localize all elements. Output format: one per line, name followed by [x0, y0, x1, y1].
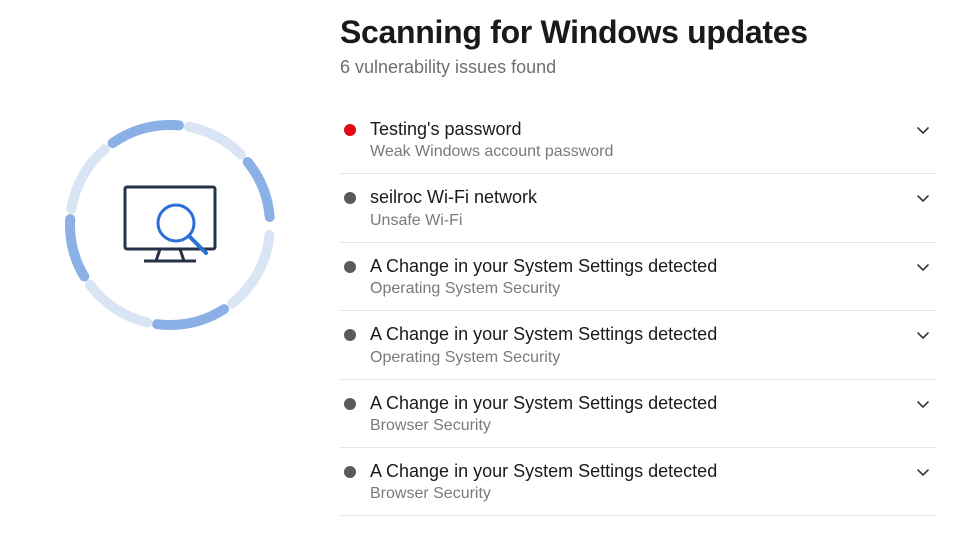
issue-row[interactable]: Testing's password Weak Windows account p…: [340, 106, 936, 174]
issue-title: seilroc Wi-Fi network: [370, 186, 904, 209]
issue-description: Weak Windows account password: [370, 143, 904, 161]
scan-view: Scanning for Windows updates 6 vulnerabi…: [0, 0, 960, 540]
issue-text: seilroc Wi-Fi network Unsafe Wi-Fi: [370, 186, 904, 229]
issue-text: Testing's password Weak Windows account p…: [370, 118, 904, 161]
main-content: Scanning for Windows updates 6 vulnerabi…: [340, 0, 960, 540]
chevron-down-icon: [916, 398, 930, 412]
issue-row[interactable]: A Change in your System Settings detecte…: [340, 311, 936, 379]
severity-dot-icon: [344, 261, 356, 273]
severity-dot-icon: [344, 124, 356, 136]
severity-dot-icon: [344, 466, 356, 478]
severity-dot-icon: [344, 192, 356, 204]
issue-title: A Change in your System Settings detecte…: [370, 460, 904, 483]
chevron-down-icon: [916, 329, 930, 343]
issue-description: Browser Security: [370, 485, 904, 503]
issues-list: Testing's password Weak Windows account p…: [340, 106, 936, 516]
issue-title: A Change in your System Settings detecte…: [370, 255, 904, 278]
issue-description: Operating System Security: [370, 349, 904, 367]
severity-dot-icon: [344, 329, 356, 341]
issue-text: A Change in your System Settings detecte…: [370, 255, 904, 298]
issue-title: Testing's password: [370, 118, 904, 141]
issue-row[interactable]: A Change in your System Settings detecte…: [340, 380, 936, 448]
issue-row[interactable]: A Change in your System Settings detecte…: [340, 243, 936, 311]
issue-title: A Change in your System Settings detecte…: [370, 392, 904, 415]
issue-description: Operating System Security: [370, 280, 904, 298]
issue-text: A Change in your System Settings detecte…: [370, 392, 904, 435]
issue-description: Unsafe Wi-Fi: [370, 212, 904, 230]
issue-text: A Change in your System Settings detecte…: [370, 323, 904, 366]
page-title: Scanning for Windows updates: [340, 14, 936, 51]
scan-graphic-pane: [0, 0, 340, 540]
issue-text: A Change in your System Settings detecte…: [370, 460, 904, 503]
chevron-down-icon: [916, 466, 930, 480]
issue-row[interactable]: A Change in your System Settings detecte…: [340, 448, 936, 516]
chevron-down-icon: [916, 192, 930, 206]
issue-description: Browser Security: [370, 417, 904, 435]
issue-row[interactable]: seilroc Wi-Fi network Unsafe Wi-Fi: [340, 174, 936, 242]
monitor-scan-icon: [55, 110, 285, 340]
chevron-down-icon: [916, 261, 930, 275]
page-subtitle: 6 vulnerability issues found: [340, 57, 936, 78]
issue-title: A Change in your System Settings detecte…: [370, 323, 904, 346]
severity-dot-icon: [344, 398, 356, 410]
chevron-down-icon: [916, 124, 930, 138]
